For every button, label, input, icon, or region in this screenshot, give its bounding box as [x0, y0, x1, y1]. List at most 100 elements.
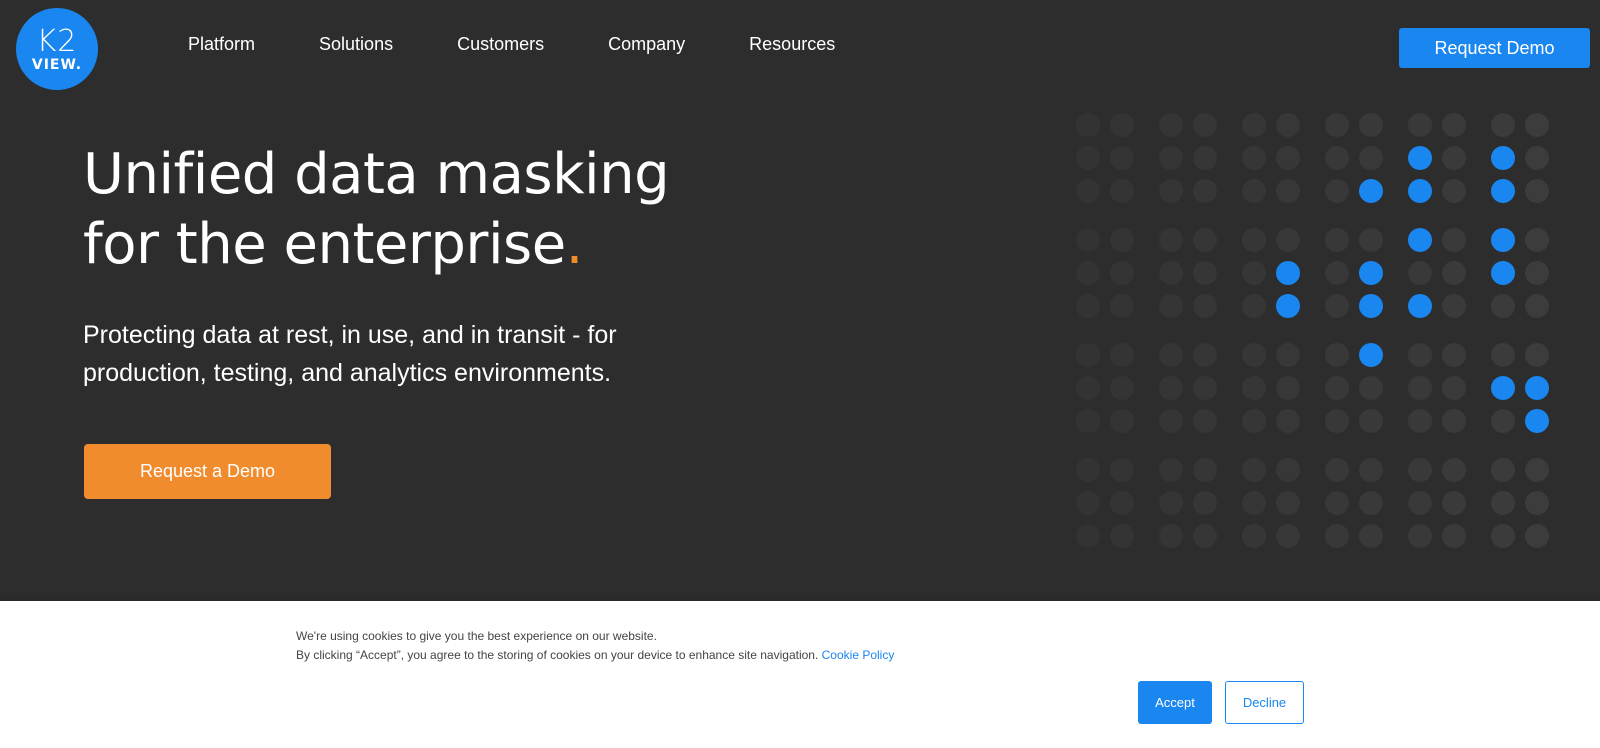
dot: [1159, 146, 1183, 170]
dot: [1408, 113, 1432, 137]
dot-highlight: [1408, 146, 1432, 170]
dot-highlight: [1276, 261, 1300, 285]
dot: [1408, 458, 1432, 482]
request-a-demo-button[interactable]: Request a Demo: [84, 444, 331, 499]
dot: [1159, 294, 1183, 318]
cookie-message-line2-text: By clicking “Accept”, you agree to the s…: [296, 648, 819, 662]
dot: [1408, 491, 1432, 515]
hero-title: Unified data masking for the enterprise.: [83, 140, 783, 280]
dot: [1242, 491, 1266, 515]
dot: [1193, 524, 1217, 548]
dot: [1110, 524, 1134, 548]
dot: [1110, 458, 1134, 482]
dot: [1159, 343, 1183, 367]
logo-text-k2: K2: [36, 23, 78, 59]
dot: [1242, 524, 1266, 548]
dot-highlight: [1408, 179, 1432, 203]
nav-item-solutions[interactable]: Solutions: [319, 34, 393, 55]
dot: [1325, 179, 1349, 203]
dot: [1525, 113, 1549, 137]
dot: [1159, 261, 1183, 285]
dot: [1193, 146, 1217, 170]
dot: [1359, 491, 1383, 515]
dot: [1359, 113, 1383, 137]
dot: [1193, 179, 1217, 203]
dot: [1193, 491, 1217, 515]
dot: [1359, 228, 1383, 252]
dot: [1193, 409, 1217, 433]
dot-highlight: [1491, 261, 1515, 285]
dot: [1193, 376, 1217, 400]
dot: [1159, 458, 1183, 482]
logo-text-view: VIEW.: [31, 56, 83, 73]
dot-highlight: [1359, 343, 1383, 367]
dot: [1110, 376, 1134, 400]
dot: [1491, 458, 1515, 482]
dot: [1442, 524, 1466, 548]
dot: [1525, 491, 1549, 515]
dot-highlight: [1408, 294, 1432, 318]
dot-highlight: [1359, 179, 1383, 203]
main-nav: Platform Solutions Customers Company Res…: [188, 34, 899, 55]
decline-cookies-button[interactable]: Decline: [1225, 681, 1304, 724]
dot: [1242, 261, 1266, 285]
dot: [1242, 376, 1266, 400]
dot-highlight: [1491, 376, 1515, 400]
k2view-logo[interactable]: K2 VIEW.: [16, 8, 98, 90]
dot-highlight: [1408, 228, 1432, 252]
nav-item-company[interactable]: Company: [608, 34, 685, 55]
dot: [1076, 458, 1100, 482]
dot: [1110, 409, 1134, 433]
dot: [1359, 376, 1383, 400]
dot: [1442, 228, 1466, 252]
dot: [1193, 113, 1217, 137]
dot: [1242, 113, 1266, 137]
dot: [1076, 409, 1100, 433]
dot: [1193, 294, 1217, 318]
dot: [1276, 409, 1300, 433]
dot: [1325, 113, 1349, 137]
dot: [1408, 524, 1432, 548]
dot: [1076, 179, 1100, 203]
dot: [1110, 343, 1134, 367]
dot: [1442, 179, 1466, 203]
dot: [1325, 261, 1349, 285]
dot: [1408, 376, 1432, 400]
dot: [1442, 113, 1466, 137]
dot: [1159, 376, 1183, 400]
decorative-dot-grid: [1076, 113, 1549, 548]
nav-item-customers[interactable]: Customers: [457, 34, 544, 55]
dot: [1359, 458, 1383, 482]
nav-item-resources[interactable]: Resources: [749, 34, 835, 55]
dot: [1076, 491, 1100, 515]
dot: [1076, 146, 1100, 170]
dot: [1525, 228, 1549, 252]
dot: [1159, 228, 1183, 252]
dot: [1159, 409, 1183, 433]
dot: [1325, 409, 1349, 433]
nav-item-platform[interactable]: Platform: [188, 34, 255, 55]
dot: [1408, 409, 1432, 433]
accept-cookies-button[interactable]: Accept: [1138, 681, 1212, 724]
dot: [1325, 294, 1349, 318]
dot: [1276, 179, 1300, 203]
cookie-policy-link[interactable]: Cookie Policy: [822, 648, 895, 662]
dot: [1525, 458, 1549, 482]
dot: [1359, 524, 1383, 548]
dot-highlight: [1491, 146, 1515, 170]
dot: [1491, 294, 1515, 318]
hero-subtitle: Protecting data at rest, in use, and in …: [83, 316, 703, 392]
dot: [1110, 294, 1134, 318]
dot: [1359, 409, 1383, 433]
dot: [1525, 524, 1549, 548]
dot: [1325, 458, 1349, 482]
dot: [1276, 376, 1300, 400]
dot: [1159, 524, 1183, 548]
dot: [1525, 261, 1549, 285]
dot: [1193, 458, 1217, 482]
request-demo-button[interactable]: Request Demo: [1399, 28, 1590, 68]
dot: [1076, 261, 1100, 285]
dot: [1076, 343, 1100, 367]
hero-title-line1: Unified data masking: [83, 142, 670, 207]
dot-highlight: [1525, 376, 1549, 400]
